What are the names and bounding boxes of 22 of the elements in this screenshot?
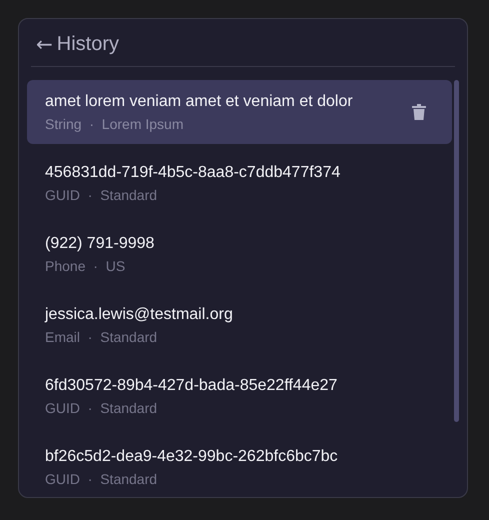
item-value: 456831dd-719f-4b5c-8aa8-c7ddb477f374	[45, 164, 342, 182]
back-button[interactable]: ←	[36, 32, 53, 56]
item-value: 6fd30572-89b4-427d-bada-85e22ff44e27	[45, 376, 338, 394]
history-item[interactable]: bf26c5d2-dea9-4e32-99bc-262bfc6bc7bc GUID · Standard	[27, 435, 452, 497]
history-item[interactable]: amet lorem veniam amet et veniam et dolor String · Lorem Ipsum	[27, 80, 452, 144]
item-type: GUID · Standard	[45, 470, 158, 486]
history-item[interactable]: 6fd30572-89b4-427d-bada-85e22ff44e27 GUID · Standard	[27, 364, 452, 428]
item-type: Phone · US	[45, 258, 126, 274]
item-type: String · Lorem Ipsum	[45, 116, 184, 132]
delete-icon[interactable]	[412, 104, 426, 120]
item-value: jessica.lewis@testmail.org	[45, 306, 234, 324]
item-value: amet lorem veniam amet et veniam et dolor	[45, 92, 354, 110]
item-value: bf26c5d2-dea9-4e32-99bc-262bfc6bc7bc	[45, 448, 339, 466]
item-value: (922) 791-9998	[45, 234, 156, 252]
item-type: GUID · Standard	[45, 400, 158, 416]
scrollbar-thumb[interactable]	[454, 80, 459, 422]
history-item[interactable]: jessica.lewis@testmail.org Email · Standard	[27, 293, 452, 357]
history-item[interactable]: 456831dd-719f-4b5c-8aa8-c7ddb477f374 GUID · Standard	[27, 151, 452, 215]
item-type: GUID · Standard	[45, 186, 158, 202]
item-type: Email · Standard	[45, 328, 158, 344]
panel-title: History	[56, 32, 119, 56]
history-item[interactable]: (922) 791-9998 Phone · US	[27, 222, 452, 286]
